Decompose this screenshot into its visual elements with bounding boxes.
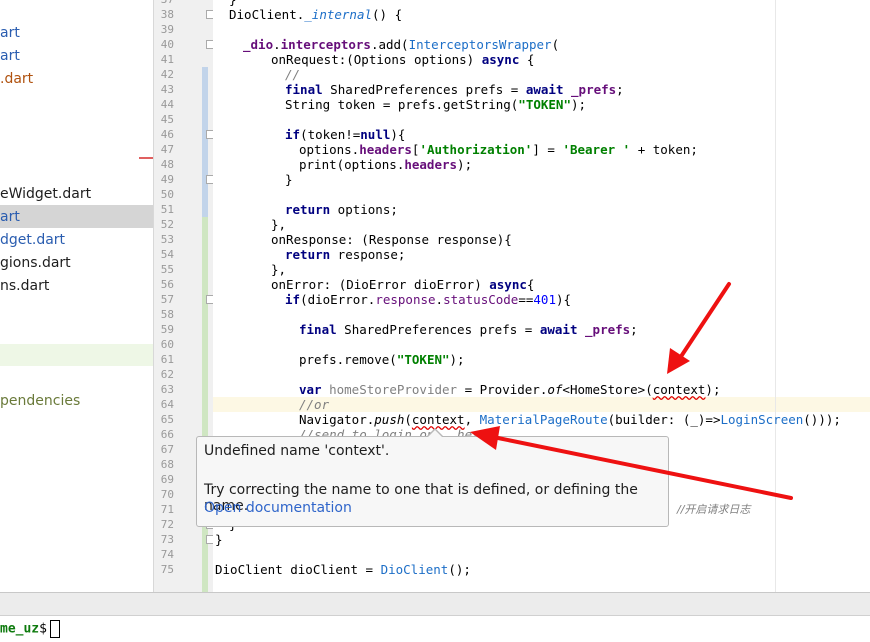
line-number: 38 [160, 8, 174, 21]
vcs-change-marker[interactable] [202, 67, 208, 217]
tree-item[interactable]: art [0, 45, 20, 67]
code-line-65: Navigator.push(context, MaterialPageRout… [299, 412, 841, 427]
tree-item[interactable]: eWidget.dart [0, 183, 91, 205]
line-number: 41 [160, 53, 174, 66]
line-number: 39 [160, 23, 174, 36]
line-number: 70 [160, 488, 174, 501]
tree-item[interactable]: art [0, 206, 20, 228]
code-line-43: final SharedPreferences prefs = await _p… [285, 82, 624, 97]
line-number: 52 [160, 218, 174, 231]
line-number: 42 [160, 68, 174, 81]
tree-item[interactable]: .dart [0, 68, 33, 90]
code-line-57: if(dioError.response.statusCode==401){ [285, 292, 572, 307]
tree-error-mark [139, 157, 153, 159]
line-number: 56 [160, 278, 174, 291]
line-number: 74 [160, 548, 174, 561]
code-line-61: prefs.remove("TOKEN"); [299, 352, 465, 367]
tree-item[interactable]: dget.dart [0, 229, 65, 251]
line-number: 68 [160, 458, 174, 471]
line-number: 50 [160, 188, 174, 201]
tree-item[interactable]: art [0, 22, 20, 44]
line-number: 69 [160, 473, 174, 486]
line-number: 64 [160, 398, 174, 411]
terminal-toolbar [0, 593, 870, 616]
line-number: 43 [160, 83, 174, 96]
code-line-38: DioClient._internal() { [229, 7, 403, 22]
tree-item[interactable]: pendencies [0, 390, 80, 412]
line-number: 47 [160, 143, 174, 156]
line-number: 73 [160, 533, 174, 546]
tree-selection [0, 205, 153, 228]
open-documentation-link[interactable]: Open documentation [204, 500, 352, 516]
line-number: 44 [160, 98, 174, 111]
terminal-panel[interactable]: me_uz$ [0, 592, 870, 642]
line-number: 75 [160, 563, 174, 576]
line-number: 40 [160, 38, 174, 51]
code-line-55: }, [271, 262, 287, 277]
code-line-59: final SharedPreferences prefs = await _p… [299, 322, 638, 337]
right-margin-guide [775, 0, 776, 592]
code-line-48: print(options.headers); [299, 157, 473, 172]
tooltip-pointer-fill [428, 430, 442, 437]
line-number: 53 [160, 233, 174, 246]
code-line-47: options.headers['Authorization'] = 'Bear… [299, 142, 698, 157]
line-number: 37 [154, 0, 174, 6]
code-line-56: onError: (DioError dioError) async{ [271, 277, 535, 292]
line-number: 48 [160, 158, 174, 171]
code-line-51: return options; [285, 202, 398, 217]
code-line-49: } [285, 172, 293, 187]
line-number: 63 [160, 383, 174, 396]
line-number: 66 [160, 428, 174, 441]
code-line-46: if(token!=null){ [285, 127, 406, 142]
line-number: 46 [160, 128, 174, 141]
line-number: 54 [160, 248, 174, 261]
project-tree: art art .dart eWidget.dart art dget.dart gions… [0, 0, 153, 592]
line-number: 51 [160, 203, 174, 216]
line-number: 71 [160, 503, 174, 516]
line-number: 67 [160, 443, 174, 456]
line-number: 61 [160, 353, 174, 366]
code-line-54: return response; [285, 247, 406, 262]
terminal-prompt: me_uz$ [0, 620, 60, 638]
code-line-42: // [285, 67, 301, 82]
line-number: 58 [160, 308, 174, 321]
line-number: 59 [160, 323, 174, 336]
code-line-63: var homeStoreProvider = Provider.of<Home… [299, 382, 721, 397]
line-number: 65 [160, 413, 174, 426]
tree-highlight [0, 344, 153, 366]
line-number: 49 [160, 173, 174, 186]
code-line-64: //or [299, 397, 330, 412]
code-line-40: _dio.interceptors.add(InterceptorsWrappe… [243, 37, 560, 52]
tree-item[interactable]: gions.dart [0, 252, 71, 274]
terminal-cursor [49, 620, 60, 638]
line-number: 55 [160, 263, 174, 276]
code-line-53: onResponse: (Response response){ [271, 232, 512, 247]
line-number: 62 [160, 368, 174, 381]
line-number: 57 [160, 293, 174, 306]
code-line-41: onRequest:(Options options) async { [271, 52, 535, 67]
code-line-44: String token = prefs.getString("TOKEN"); [285, 97, 587, 112]
code-line-73: } [215, 532, 223, 547]
code-line-52: }, [271, 217, 287, 232]
undefined-context-error: context [652, 382, 706, 397]
code-line-71: //开启请求日志 [677, 503, 751, 516]
line-number: 60 [160, 338, 174, 351]
line-number: 72 [160, 518, 174, 531]
tree-item[interactable]: ns.dart [0, 275, 49, 297]
code-line-75: DioClient dioClient = DioClient(); [215, 562, 471, 577]
code-line-37: } [229, 0, 237, 7]
line-number: 45 [160, 113, 174, 126]
undefined-context-error: context [411, 412, 465, 427]
error-tooltip: Undefined name 'context'. Try correcting… [196, 436, 669, 527]
tooltip-title: Undefined name 'context'. [204, 443, 390, 459]
